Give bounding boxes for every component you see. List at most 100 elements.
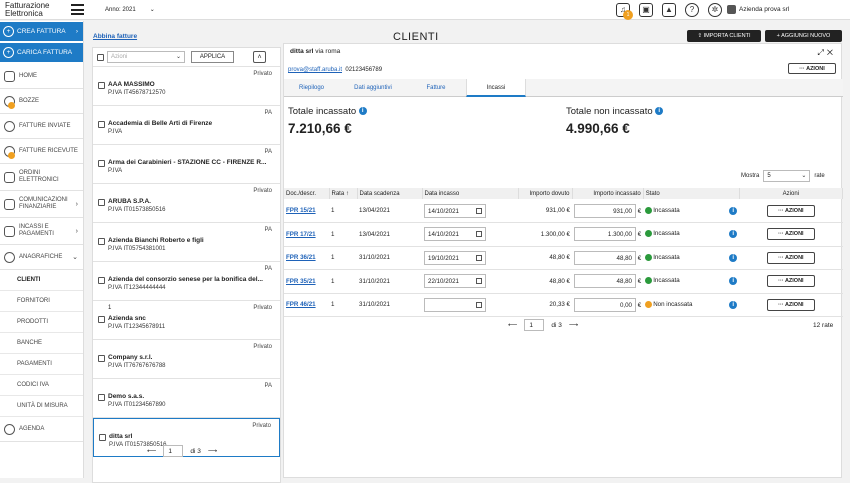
prev-page-icon[interactable]: ⟵ bbox=[147, 447, 156, 455]
bell-icon[interactable]: ♫ 1 bbox=[616, 3, 633, 20]
row-azioni-button[interactable]: ··· AZIONI bbox=[766, 228, 815, 241]
row-checkbox[interactable] bbox=[98, 394, 105, 401]
row-checkbox[interactable] bbox=[98, 82, 105, 89]
row-checkbox[interactable] bbox=[98, 238, 105, 245]
sidebar-item-bozze[interactable]: BOZZE bbox=[0, 89, 83, 114]
next-page-icon[interactable]: ⟶ bbox=[208, 447, 217, 455]
calendar-icon[interactable] bbox=[476, 278, 482, 285]
abbina-fatture-link[interactable]: Abbina fatture bbox=[93, 33, 137, 40]
info-icon[interactable]: i bbox=[358, 107, 367, 116]
col-dovuto[interactable]: Importo dovuto bbox=[518, 188, 573, 199]
crea-fattura-button[interactable]: + CREA FATTURA › bbox=[0, 22, 83, 41]
importa-clienti-button[interactable]: ⇪ IMPORTA CLIENTI bbox=[687, 30, 761, 42]
app-logo[interactable]: Fatturazione Elettronica bbox=[5, 2, 49, 18]
row-checkbox[interactable] bbox=[99, 434, 106, 441]
calendar-icon[interactable] bbox=[476, 254, 482, 261]
sidebar-item-fatture-inviate[interactable]: FATTURE INVIATE bbox=[0, 114, 83, 139]
list-item[interactable]: PA Arma dei Carabinieri - STAZIONE CC - F… bbox=[93, 145, 280, 184]
sidebar-sub-pagamenti[interactable]: PAGAMENTI bbox=[0, 354, 83, 375]
list-item[interactable]: Privato AAA MASSIMO P.IVA IT45678712570 bbox=[93, 67, 280, 106]
row-checkbox[interactable] bbox=[98, 199, 105, 206]
tab-riepilogo[interactable]: Riepilogo bbox=[284, 79, 339, 97]
gear-icon[interactable]: ✲ bbox=[708, 3, 722, 17]
doc-link[interactable]: FPR 15/21 bbox=[286, 207, 316, 214]
client-azioni-button[interactable]: ··· AZIONI bbox=[788, 63, 836, 74]
select-all-checkbox[interactable] bbox=[97, 53, 104, 61]
row-azioni-button[interactable]: ··· AZIONI bbox=[766, 275, 815, 288]
col-stato[interactable]: Stato bbox=[643, 188, 740, 199]
row-checkbox[interactable] bbox=[98, 277, 105, 284]
tab-dati-aggiuntivi[interactable]: Dati aggiuntivi bbox=[339, 79, 407, 97]
importo-incassato-input[interactable]: 931,00 bbox=[574, 203, 636, 218]
calendar-icon[interactable] bbox=[476, 301, 482, 308]
sidebar-sub-unita-misura[interactable]: UNITÀ DI MISURA bbox=[0, 396, 83, 417]
info-icon[interactable]: i bbox=[729, 300, 738, 309]
tab-incassi[interactable]: Incassi bbox=[466, 79, 526, 97]
row-checkbox[interactable] bbox=[98, 121, 105, 128]
gift-icon[interactable]: ▣ bbox=[639, 3, 653, 17]
page-input[interactable]: 1 bbox=[524, 319, 545, 331]
col-rata[interactable]: Rata ↑ bbox=[329, 188, 358, 199]
row-azioni-button[interactable]: ··· AZIONI bbox=[766, 298, 815, 311]
page-input[interactable]: 1 bbox=[163, 445, 184, 457]
row-checkbox[interactable] bbox=[98, 355, 105, 362]
shop-icon[interactable]: ▲ bbox=[662, 3, 676, 17]
tab-fatture[interactable]: Fatture bbox=[407, 79, 465, 97]
row-azioni-button[interactable]: ··· AZIONI bbox=[766, 251, 815, 264]
info-icon[interactable]: i bbox=[729, 206, 738, 215]
col-incasso[interactable]: Data incasso bbox=[422, 188, 519, 199]
scroll-up-button[interactable]: ˄ bbox=[253, 51, 266, 63]
list-item[interactable]: PA Demo s.a.s. P.IVA IT01234567890 bbox=[93, 379, 280, 418]
aggiungi-nuovo-button[interactable]: + AGGIUNGI NUOVO bbox=[765, 30, 842, 42]
calendar-icon[interactable] bbox=[476, 207, 482, 214]
data-incasso-input[interactable]: 19/10/2021 bbox=[424, 250, 486, 265]
importo-incassato-input[interactable]: 1.300,00 bbox=[574, 227, 636, 242]
expand-icon[interactable]: ⤢ bbox=[817, 48, 826, 57]
sidebar-item-home[interactable]: HOME bbox=[0, 64, 83, 89]
list-item[interactable]: PA Azienda Bianchi Roberto e figli P.IVA I… bbox=[93, 223, 280, 262]
sidebar-sub-codici-iva[interactable]: CODICI IVA bbox=[0, 375, 83, 396]
list-item[interactable]: Privato ARUBA S.P.A. P.IVA IT01573850516 bbox=[93, 184, 280, 223]
info-icon[interactable]: i bbox=[729, 277, 738, 286]
col-incassato[interactable]: Importo incassato bbox=[572, 188, 644, 199]
row-azioni-button[interactable]: ··· AZIONI bbox=[766, 204, 815, 217]
doc-link[interactable]: FPR 46/21 bbox=[286, 301, 316, 308]
doc-link[interactable]: FPR 35/21 bbox=[286, 278, 316, 285]
sidebar-item-incassi[interactable]: INCASSI E PAGAMENTI › bbox=[0, 218, 83, 245]
importo-incassato-input[interactable]: 48,80 bbox=[574, 250, 636, 265]
sidebar-sub-banche[interactable]: BANCHE bbox=[0, 333, 83, 354]
client-email-link[interactable]: prova@staff.aruba.it bbox=[288, 67, 342, 73]
close-icon[interactable]: ✕ bbox=[827, 48, 836, 57]
applica-button[interactable]: APPLICA bbox=[191, 51, 234, 63]
help-icon[interactable]: ? bbox=[685, 3, 699, 17]
bulk-action-select[interactable]: Azioni ⌄ bbox=[107, 51, 185, 63]
list-item[interactable]: Privato Company s.r.l. P.IVA IT76767676788 bbox=[93, 340, 280, 379]
sidebar-item-fatture-ricevute[interactable]: FATTURE RICEVUTE bbox=[0, 139, 83, 164]
sidebar-item-ordini[interactable]: ORDINI ELETTRONICI bbox=[0, 164, 83, 191]
data-incasso-input[interactable]: 14/10/2021 bbox=[424, 227, 486, 242]
sidebar-sub-prodotti[interactable]: PRODOTTI bbox=[0, 312, 83, 333]
importo-incassato-input[interactable]: 0,00 bbox=[574, 297, 636, 312]
doc-link[interactable]: FPR 17/21 bbox=[286, 231, 316, 238]
sidebar-sub-clienti[interactable]: CLIENTI bbox=[0, 270, 83, 291]
calendar-icon[interactable] bbox=[476, 231, 482, 238]
list-item[interactable]: PA Azienda del consorzio senese per la bo… bbox=[93, 262, 280, 301]
sidebar-item-comunicazioni[interactable]: COMUNICAZIONI FINANZIARIE › bbox=[0, 191, 83, 218]
data-incasso-input[interactable]: 22/10/2021 bbox=[424, 274, 486, 289]
data-incasso-input[interactable]: 14/10/2021 bbox=[424, 203, 486, 218]
importo-incassato-input[interactable]: 48,80 bbox=[574, 274, 636, 289]
info-icon[interactable]: i bbox=[729, 230, 738, 239]
data-incasso-input[interactable] bbox=[424, 297, 486, 312]
info-icon[interactable]: i bbox=[655, 107, 664, 116]
prev-page-icon[interactable]: ⟵ bbox=[508, 321, 517, 329]
carica-fattura-button[interactable]: + CARICA FATTURA bbox=[0, 43, 83, 62]
list-item[interactable]: Privato 1 Azienda snc P.IVA IT12345678911 bbox=[93, 301, 280, 340]
doc-link[interactable]: FPR 36/21 bbox=[286, 254, 316, 261]
year-selector[interactable]: Anno: 2021 ⌄ bbox=[105, 6, 155, 13]
sidebar-sub-fornitori[interactable]: FORNITORI bbox=[0, 291, 83, 312]
row-checkbox[interactable] bbox=[98, 160, 105, 167]
menu-icon[interactable] bbox=[71, 4, 84, 15]
col-doc[interactable]: Doc./descr. bbox=[284, 188, 330, 199]
next-page-icon[interactable]: ⟶ bbox=[569, 321, 578, 329]
info-icon[interactable]: i bbox=[729, 253, 738, 262]
